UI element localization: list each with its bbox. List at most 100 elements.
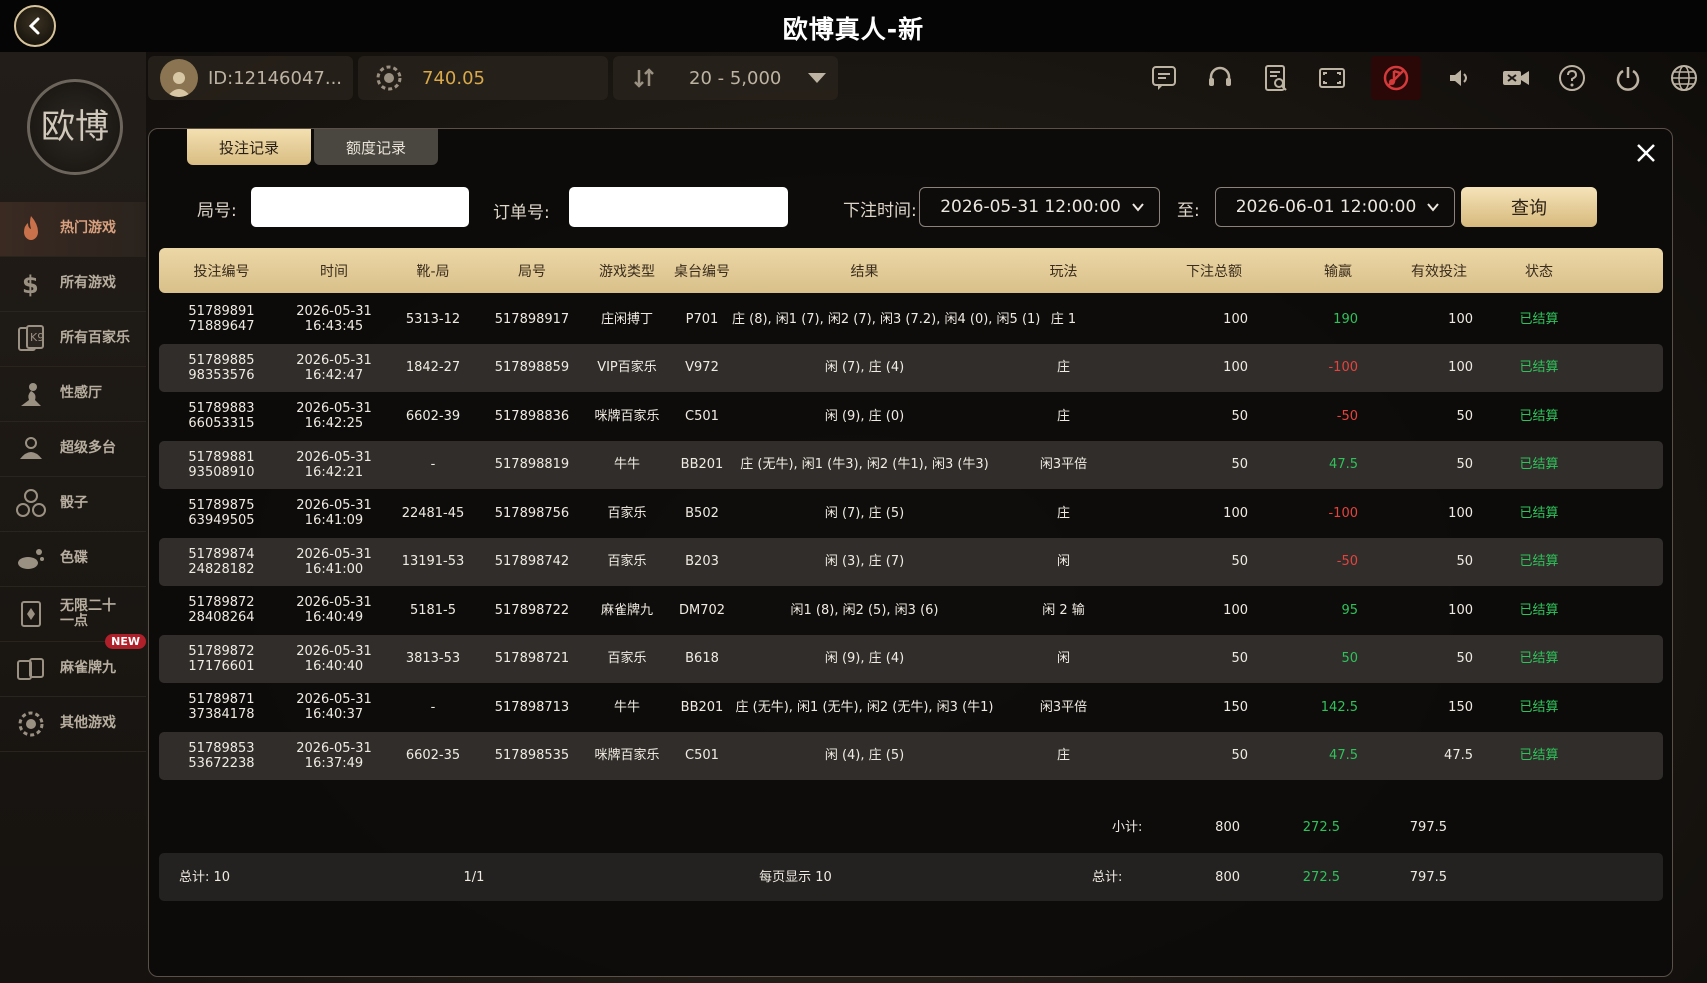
language-icon[interactable] <box>1667 61 1701 95</box>
support-icon[interactable] <box>1203 61 1237 95</box>
tab-bet-records[interactable]: 投注记录 <box>187 129 311 165</box>
fullscreen-icon[interactable] <box>1315 61 1349 95</box>
flame-icon <box>14 212 48 246</box>
sidebar-item-dish[interactable]: 色碟 <box>0 532 146 587</box>
total-valid: 797.5 <box>1409 869 1447 885</box>
user-icon <box>167 72 191 97</box>
blackjack-icon <box>14 597 48 631</box>
table-row: 51789853 53672238 2026-05-31 16:37:49 6602-3… <box>159 731 1663 780</box>
sidebar-item-all-baccarat[interactable]: K9 所有百家乐 <box>0 312 146 367</box>
table-cell-id1: 51789881 93508910 <box>159 450 284 480</box>
to-label: 至: <box>1177 201 1200 221</box>
logo: 欧博 <box>16 62 134 192</box>
app-root: 欧博真人-新 ID:12146047... 740.05 20 - 5,000 <box>0 0 1707 983</box>
filter-bar: 局号: 订单号: 下注时间: 2026-05-31 12:00:00 至: 20… <box>149 187 1672 227</box>
cell-line: 66053315 <box>188 416 255 432</box>
table-row: 51789872 17176601 2026-05-31 16:40:40 3813-5… <box>159 634 1663 683</box>
sidebar-item-mahjong[interactable]: 麻雀牌九 NEW <box>0 634 146 697</box>
bet-range-value: 20 - 5,000 <box>689 67 782 89</box>
table-row: 51789871 37384178 2026-05-31 16:40:37-51789… <box>159 683 1663 732</box>
start-date-picker[interactable]: 2026-05-31 12:00:00 <box>919 187 1160 227</box>
sidebar-item-all-games[interactable]: $ 所有游戏 <box>0 257 146 312</box>
sidebar-item-multi-table[interactable]: 超级多台 <box>0 422 146 477</box>
table-cell-id1: 51789875 63949505 <box>159 498 284 528</box>
table-cell-bet: 100 <box>1223 602 1248 618</box>
cell-line: 16:42:47 <box>304 367 364 383</box>
table-cell-type: 庄闲搏丁 <box>600 311 653 327</box>
table-cell-valid: 50 <box>1456 457 1473 473</box>
table-row: 51789883 66053315 2026-05-31 16:42:25 6602-3… <box>159 392 1663 441</box>
table-cell-table: B502 <box>685 505 719 521</box>
app-title: 欧博真人-新 <box>782 15 925 44</box>
table-cell-date: 2026-05-31 16:43:45 <box>284 304 384 334</box>
sidebar-item-label: 无限二十一点 <box>60 597 116 629</box>
round-input[interactable] <box>251 187 469 227</box>
end-date-picker[interactable]: 2026-06-01 12:00:00 <box>1215 187 1455 227</box>
bet-record-modal: 投注记录 额度记录 局号: 订单号: 下注时间: 2026-05-31 12:0… <box>148 128 1673 977</box>
sidebar-item-other-games[interactable]: 其他游戏 <box>0 697 146 752</box>
cell-line: 17176601 <box>188 658 255 674</box>
order-input[interactable] <box>569 187 788 227</box>
cell-line: 16:37:49 <box>304 755 364 771</box>
table-cell-round: 517898756 <box>494 505 570 521</box>
chat-icon[interactable] <box>1147 61 1181 95</box>
bet-range-selector[interactable]: 20 - 5,000 <box>613 56 838 100</box>
table-cell-shoe: - <box>430 457 436 473</box>
sound-icon[interactable] <box>1443 61 1477 95</box>
table-cell-result: 庄 (无牛), 闲1 (无牛), 闲2 (无牛), 闲3 (牛1) <box>735 699 994 715</box>
cell-line: 16:40:40 <box>304 658 364 674</box>
sidebar-item-hot-games[interactable]: 热门游戏 <box>0 202 146 257</box>
table-cell-shoe: 13191-53 <box>401 554 465 570</box>
table-cell-result: 闲1 (8), 闲2 (5), 闲3 (6) <box>790 602 939 618</box>
table-cell-win: 95 <box>1341 602 1358 618</box>
table-cell-type: 百家乐 <box>607 554 647 570</box>
chevron-down-icon <box>808 73 827 83</box>
table-body: 51789891 71889647 2026-05-31 16:43:45 5313-1… <box>159 295 1663 780</box>
music-icon[interactable] <box>1371 56 1421 100</box>
table-cell-type: 牛牛 <box>613 457 640 473</box>
table-cell-table: B618 <box>685 651 719 667</box>
total-label: 总计: <box>1092 869 1123 885</box>
query-button[interactable]: 查询 <box>1461 187 1597 227</box>
table-row: 51789872 28408264 2026-05-31 16:40:49 5181-5… <box>159 586 1663 635</box>
power-icon[interactable] <box>1611 61 1645 95</box>
table-cell-status: 已结算 <box>1519 360 1559 376</box>
cell-line: 2026-05-31 <box>296 498 372 514</box>
table-cell-win: 50 <box>1341 651 1358 667</box>
table-cell-round: 517898819 <box>494 457 570 473</box>
cell-line: 98353576 <box>188 367 255 383</box>
table-cell-valid: 100 <box>1448 505 1473 521</box>
help-icon[interactable] <box>1555 61 1589 95</box>
col-header: 下注总额 <box>1186 263 1242 280</box>
table-footer: 总计: 10 1/1 每页显示 10 总计: 800 272.5 797.5 <box>159 853 1663 901</box>
table-cell-status: 已结算 <box>1519 457 1559 473</box>
cell-line: 2026-05-31 <box>296 740 372 756</box>
table-cell-table: V972 <box>685 360 719 376</box>
table-cell-win: 47.5 <box>1329 748 1358 764</box>
table-cell-type: VIP百家乐 <box>597 360 657 376</box>
video-icon[interactable] <box>1499 61 1533 95</box>
sidebar-item-label: 超级多台 <box>60 440 116 457</box>
table-cell-result: 闲 (7), 庄 (5) <box>824 505 905 521</box>
sidebar-item-sexy-hall[interactable]: 性感厅 <box>0 367 146 422</box>
table-cell-play: 庄 <box>1056 360 1070 376</box>
tab-credit-records[interactable]: 额度记录 <box>314 129 438 165</box>
table-cell-shoe: 5313-12 <box>405 311 461 327</box>
table-cell-round: 517898721 <box>494 651 570 667</box>
sidebar-item-dice[interactable]: 骰子 <box>0 477 146 532</box>
cell-line: 2026-05-31 <box>296 352 372 368</box>
table-cell-play: 闲 2 输 <box>1042 602 1085 618</box>
table-cell-status: 已结算 <box>1519 505 1559 521</box>
per-page-selector[interactable]: 每页显示 10 <box>489 870 1072 885</box>
table-row: 51789875 63949505 2026-05-31 16:41:09 22481-… <box>159 489 1663 538</box>
table-cell-result: 闲 (3), 庄 (7) <box>824 554 905 570</box>
table-row: 51789874 24828182 2026-05-31 16:41:00 13191-… <box>159 537 1663 586</box>
cell-line: 51789891 <box>188 304 255 320</box>
history-icon[interactable] <box>1259 61 1293 95</box>
chip-icon <box>14 707 48 741</box>
user-id: ID:12146047... <box>208 67 343 89</box>
table-cell-round: 517898535 <box>494 748 570 764</box>
table-cell-play: 闲3平倍 <box>1039 457 1088 473</box>
close-button[interactable] <box>1634 141 1658 165</box>
cell-line: 51789872 <box>188 595 255 611</box>
